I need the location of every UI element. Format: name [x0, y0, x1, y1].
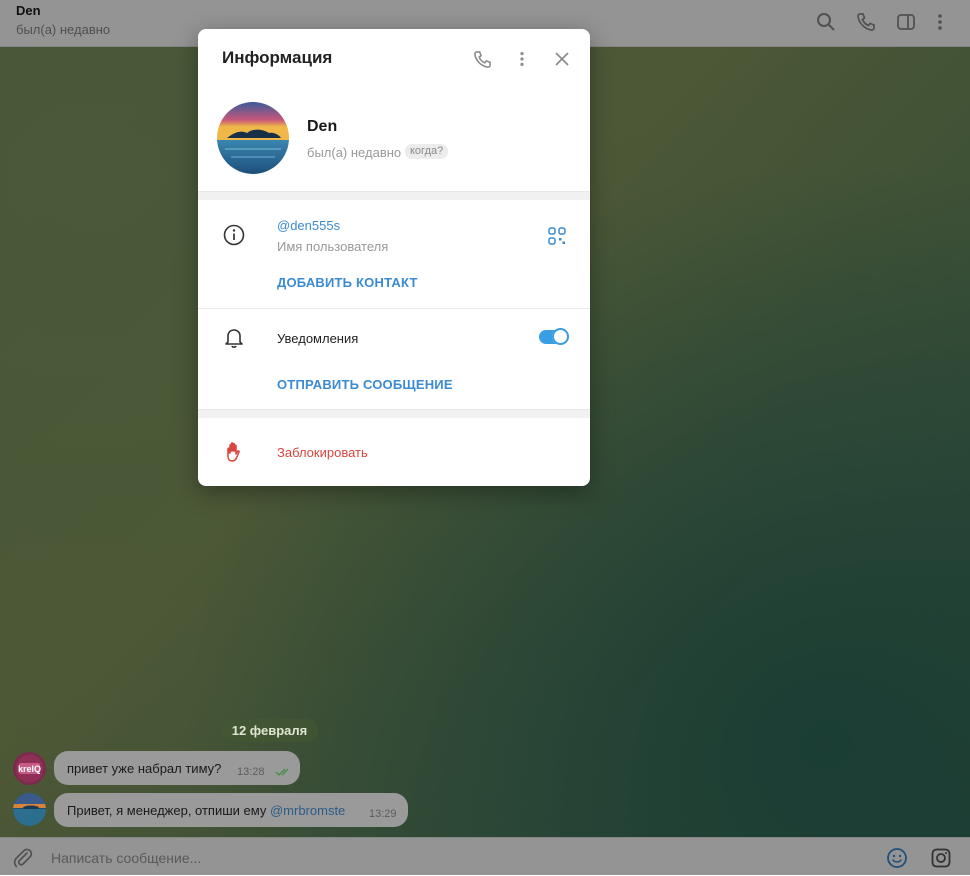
- info-icon: [222, 223, 246, 247]
- message-time: 13:29: [369, 808, 397, 820]
- username-caption: Имя пользователя: [277, 239, 389, 254]
- add-contact-button[interactable]: ДОБАВИТЬ КОНТАКТ: [277, 275, 418, 290]
- mention-link[interactable]: @mrbromste: [270, 803, 345, 818]
- notifications-label: Уведомления: [277, 331, 359, 346]
- message-time: 13:28: [237, 766, 265, 778]
- message-bubble[interactable]: привет уже набрал тиму? 13:28: [54, 751, 300, 785]
- avatar[interactable]: krelQ: [13, 752, 46, 785]
- profile-name: Den: [307, 118, 338, 135]
- last-seen-when-button[interactable]: когда?: [405, 144, 449, 159]
- message-text-body: Привет, я менеджер, отпиши ему: [67, 803, 270, 818]
- info-modal: Информация Den был(а) недавно когда? @de…: [198, 29, 590, 486]
- bell-icon: [222, 326, 246, 350]
- section-divider: [198, 409, 590, 418]
- hand-stop-icon: [222, 440, 246, 464]
- phone-icon[interactable]: [469, 46, 495, 72]
- message-text: Привет, я менеджер, отпиши ему @mrbromst…: [67, 803, 345, 818]
- section-divider: [198, 191, 590, 200]
- row-divider: [198, 308, 590, 309]
- toggle-knob: [552, 328, 569, 345]
- profile-status: был(а) недавно: [307, 145, 402, 160]
- notifications-toggle[interactable]: [539, 328, 569, 346]
- avatar[interactable]: [13, 793, 46, 826]
- read-checkmarks-icon: [275, 765, 293, 780]
- block-user-button[interactable]: Заблокировать: [277, 445, 368, 460]
- qr-code-icon[interactable]: [548, 227, 568, 247]
- username-value[interactable]: @den555s: [277, 218, 340, 233]
- close-icon[interactable]: [549, 46, 575, 72]
- profile-avatar[interactable]: [217, 102, 289, 174]
- more-vertical-icon[interactable]: [509, 46, 535, 72]
- message-text: привет уже набрал тиму?: [67, 761, 222, 776]
- message-bubble[interactable]: Привет, я менеджер, отпиши ему @mrbromst…: [54, 793, 408, 827]
- send-message-button[interactable]: ОТПРАВИТЬ СООБЩЕНИЕ: [277, 377, 453, 392]
- modal-title: Информация: [222, 48, 333, 67]
- svg-text:krelQ: krelQ: [18, 764, 41, 774]
- date-separator: 12 февраля: [221, 719, 318, 742]
